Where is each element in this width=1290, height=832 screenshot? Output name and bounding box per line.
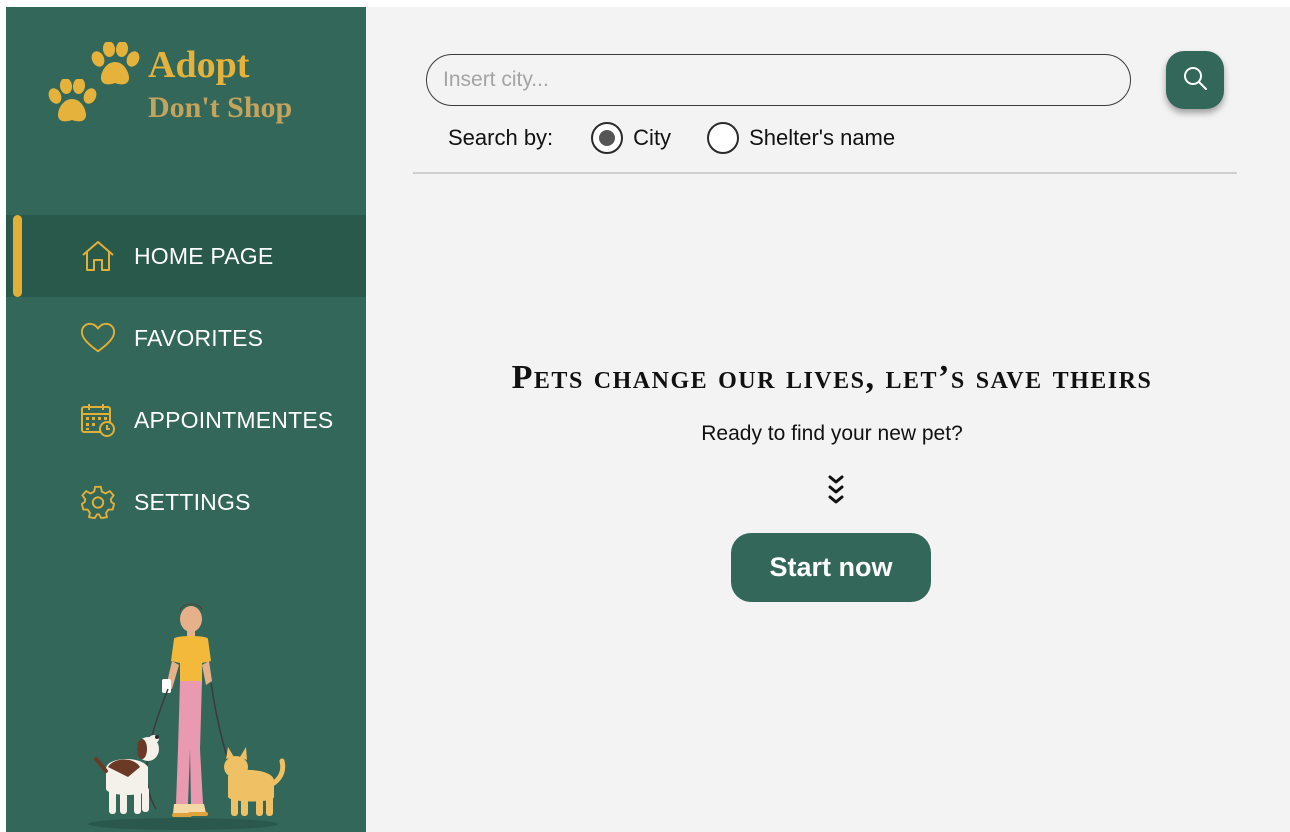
- sidebar-item-appointments[interactable]: APPOINTMENTES: [6, 379, 366, 461]
- sidebar-item-label: FAVORITES: [134, 324, 264, 351]
- main-content: Search by: City Shelter's name Pets chan…: [366, 7, 1290, 832]
- sidebar-item-settings[interactable]: SETTINGS: [6, 461, 366, 543]
- sidebar-nav: HOME PAGE FAVORITES APPOINTMENTES SETTIN…: [6, 215, 366, 543]
- woman-walking-pets-illustration: [78, 599, 288, 832]
- header-divider: [413, 172, 1237, 174]
- radio-shelter-name[interactable]: Shelter's name: [707, 122, 895, 154]
- sidebar-item-label: HOME PAGE: [134, 242, 274, 269]
- paw-print-icon: [47, 79, 97, 125]
- brand-logo[interactable]: Adopt Don't Shop: [46, 41, 346, 131]
- heart-icon: [80, 320, 116, 356]
- search-button[interactable]: [1166, 51, 1224, 109]
- calendar-icon: [80, 402, 116, 438]
- home-icon: [80, 238, 116, 274]
- hero-title: Pets change our lives, let’s save theirs: [511, 359, 1153, 396]
- radio-label: City: [633, 125, 672, 150]
- paw-print-icon: [90, 42, 140, 88]
- sidebar-item-label: APPOINTMENTES: [134, 406, 334, 433]
- radio-label: Shelter's name: [749, 125, 896, 150]
- triple-chevron-down-icon: [821, 473, 851, 509]
- sidebar-item-label: SETTINGS: [134, 488, 251, 515]
- radio-city[interactable]: City: [591, 122, 671, 154]
- search-by-options: Search by: City Shelter's name: [448, 120, 931, 156]
- search-icon: [1181, 64, 1209, 97]
- app-window: Adopt Don't Shop HOME PAGE FAVORITES APP…: [6, 7, 1290, 832]
- sidebar: Adopt Don't Shop HOME PAGE FAVORITES APP…: [6, 7, 366, 832]
- brand-title: Adopt: [148, 44, 250, 86]
- city-search-input[interactable]: [426, 54, 1131, 106]
- sidebar-item-home[interactable]: HOME PAGE: [6, 215, 366, 297]
- brand-subtitle: Don't Shop: [148, 91, 293, 124]
- sidebar-item-favorites[interactable]: FAVORITES: [6, 297, 366, 379]
- hero-subtitle: Ready to find your new pet?: [701, 422, 963, 445]
- radio-button[interactable]: [707, 122, 740, 154]
- radio-button-selected[interactable]: [591, 122, 624, 154]
- search-by-label: Search by:: [448, 125, 554, 150]
- start-now-button[interactable]: Start now: [731, 533, 931, 602]
- gear-icon: [80, 484, 116, 520]
